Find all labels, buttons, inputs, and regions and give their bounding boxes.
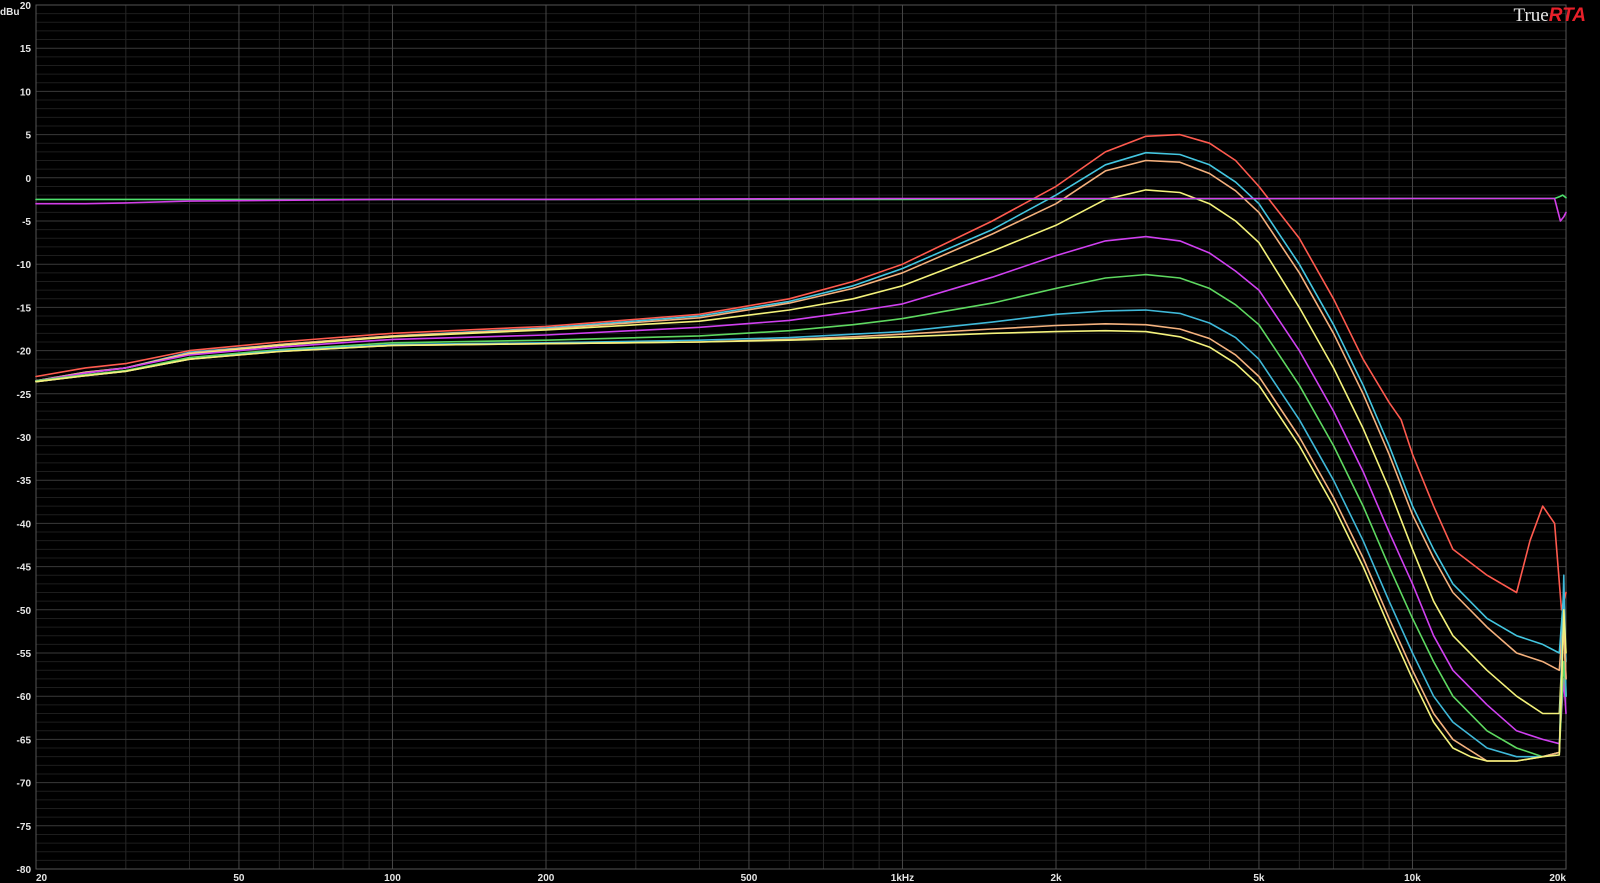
y-axis-unit-label: dBu: [0, 7, 19, 18]
y-tick-label: -35: [17, 476, 32, 487]
x-tick-label: 10k: [1404, 873, 1421, 883]
y-tick-label: -80: [17, 865, 32, 876]
y-tick-label: 5: [25, 131, 31, 142]
x-tick-label: 50: [233, 873, 245, 883]
y-tick-label: 10: [20, 87, 32, 98]
x-tick-label: 20k: [1549, 873, 1566, 883]
y-tick-label: -50: [17, 606, 32, 617]
y-tick-label: -70: [17, 779, 32, 790]
truerta-logo: TrueRTA: [1514, 5, 1587, 27]
y-tick-label: -10: [17, 260, 32, 271]
x-tick-label: 2k: [1050, 873, 1062, 883]
x-tick-label: 100: [384, 873, 401, 883]
x-tick-label: 5k: [1253, 873, 1265, 883]
logo-text-rta: RTA: [1548, 5, 1586, 26]
y-tick-label: -65: [17, 735, 32, 746]
y-tick-label: -20: [17, 347, 32, 358]
x-tick-label: 1kHz: [891, 873, 914, 883]
y-tick-label: 15: [20, 44, 32, 55]
y-tick-label: -40: [17, 519, 32, 530]
x-tick-label: 500: [741, 873, 758, 883]
y-tick-label: -75: [17, 822, 32, 833]
y-tick-label: -55: [17, 649, 32, 660]
y-tick-label: -30: [17, 433, 32, 444]
y-tick-label: -15: [17, 303, 32, 314]
frequency-response-chart: 20151050-5-10-15-20-25-30-35-40-45-50-55…: [0, 0, 1600, 883]
major-grid: [35, 4, 1567, 870]
x-tick-label: 20: [36, 873, 48, 883]
y-tick-label: 0: [25, 174, 31, 185]
y-tick-label: 20: [20, 1, 32, 12]
y-tick-label: -60: [17, 692, 32, 703]
y-tick-label: -5: [22, 217, 31, 228]
x-tick-label: 200: [538, 873, 555, 883]
y-tick-label: -45: [17, 563, 32, 574]
logo-text-true: True: [1513, 5, 1549, 26]
y-tick-label: -25: [17, 390, 32, 401]
